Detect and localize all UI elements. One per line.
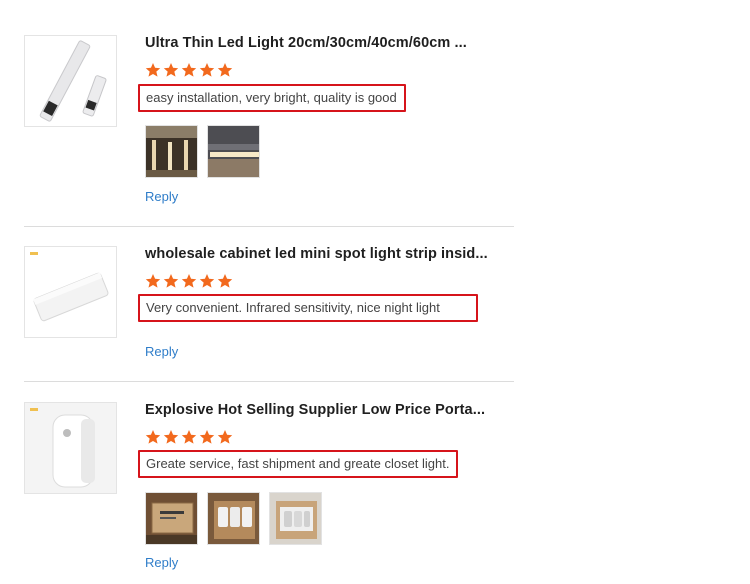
star-icon [199, 430, 215, 444]
star-icon [145, 274, 161, 288]
review-comment: easy installation, very bright, quality … [138, 84, 406, 112]
review-item: wholesale cabinet led mini spot light st… [24, 246, 514, 366]
review-photo[interactable] [207, 125, 260, 178]
star-icon [163, 63, 179, 77]
review-comment: Greate service, fast shipment and greate… [138, 450, 458, 478]
product-thumbnail[interactable] [24, 35, 117, 127]
star-icon [181, 274, 197, 288]
review-comment: Very convenient. Infrared sensitivity, n… [138, 294, 478, 322]
rating-stars [145, 62, 233, 80]
review-photos [145, 492, 322, 545]
rating-stars [145, 273, 233, 291]
star-icon [181, 430, 197, 444]
review-photos [145, 125, 260, 178]
star-icon [199, 274, 215, 288]
rating-stars [145, 429, 233, 447]
product-thumbnail[interactable] [24, 246, 117, 338]
reply-link[interactable]: Reply [145, 344, 178, 359]
product-title[interactable]: Ultra Thin Led Light 20cm/30cm/40cm/60cm… [145, 35, 467, 51]
review-photo[interactable] [145, 125, 198, 178]
review-photo[interactable] [269, 492, 322, 545]
star-icon [217, 63, 233, 77]
product-thumbnail[interactable] [24, 402, 117, 494]
divider [24, 381, 514, 382]
reply-link[interactable]: Reply [145, 189, 178, 204]
review-item: Explosive Hot Selling Supplier Low Price… [24, 402, 514, 582]
star-icon [181, 63, 197, 77]
reply-link[interactable]: Reply [145, 555, 178, 570]
star-icon [217, 274, 233, 288]
review-photo[interactable] [207, 492, 260, 545]
product-title[interactable]: Explosive Hot Selling Supplier Low Price… [145, 402, 485, 418]
star-icon [217, 430, 233, 444]
review-item: Ultra Thin Led Light 20cm/30cm/40cm/60cm… [24, 35, 514, 205]
review-photo[interactable] [145, 492, 198, 545]
star-icon [145, 430, 161, 444]
star-icon [163, 430, 179, 444]
star-icon [145, 63, 161, 77]
product-title[interactable]: wholesale cabinet led mini spot light st… [145, 246, 488, 262]
divider [24, 226, 514, 227]
star-icon [163, 274, 179, 288]
star-icon [199, 63, 215, 77]
